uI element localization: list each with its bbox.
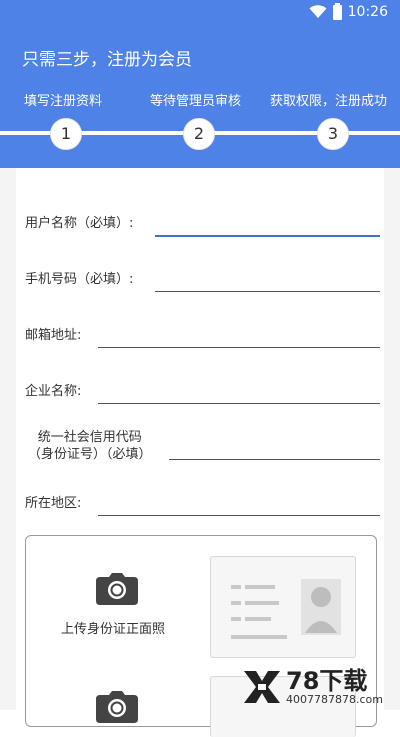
region-label: 所在地区: (25, 496, 82, 511)
id-card-front-placeholder[interactable] (210, 556, 356, 658)
page-side-right (384, 168, 400, 710)
phone-label: 手机号码（必填）: (25, 272, 134, 287)
username-label: 用户名称（必填）: (25, 216, 134, 231)
credit-code-label-line2: （身份证号）（必填） (28, 447, 152, 462)
status-time: 10:26 (347, 4, 388, 20)
credit-code-label: 统一社会信用代码 （身份证号）（必填） (28, 429, 152, 463)
watermark-brand: 78下载 (286, 667, 368, 695)
watermark-url: 4007787878.com (286, 693, 383, 706)
camera-icon[interactable] (96, 573, 138, 605)
username-input[interactable] (155, 211, 380, 237)
id-card-front-illustration (231, 579, 341, 639)
step-1-circle: 1 (50, 118, 82, 150)
site-watermark: 78下载 4007787878.com (242, 666, 392, 708)
step-3-label: 获取权限，注册成功 (270, 94, 388, 109)
credit-code-label-line1: 统一社会信用代码 (37, 430, 142, 445)
wifi-icon (309, 5, 327, 18)
page-side-left (0, 168, 16, 710)
phone-input[interactable] (155, 267, 380, 292)
watermark-logo-icon (244, 671, 280, 703)
header-banner: 10:26 只需三步，注册为会员 填写注册资料 等待管理员审核 获取权限，注册成… (0, 0, 400, 168)
battery-icon (332, 2, 342, 20)
camera-icon-back[interactable] (96, 691, 138, 723)
region-input[interactable] (98, 491, 380, 516)
status-bar: 10:26 (0, 0, 400, 26)
company-label: 企业名称: (25, 384, 82, 399)
page-title: 只需三步，注册为会员 (22, 50, 192, 70)
upload-front-label: 上传身份证正面照 (61, 622, 166, 637)
company-input[interactable] (98, 379, 380, 404)
email-input[interactable] (98, 323, 380, 348)
step-1-label: 填写注册资料 (24, 94, 103, 109)
credit-code-input[interactable] (169, 435, 380, 460)
step-2-circle: 2 (183, 118, 215, 150)
step-2-label: 等待管理员审核 (150, 94, 242, 109)
step-3-circle: 3 (317, 118, 349, 150)
email-label: 邮箱地址: (25, 328, 82, 343)
